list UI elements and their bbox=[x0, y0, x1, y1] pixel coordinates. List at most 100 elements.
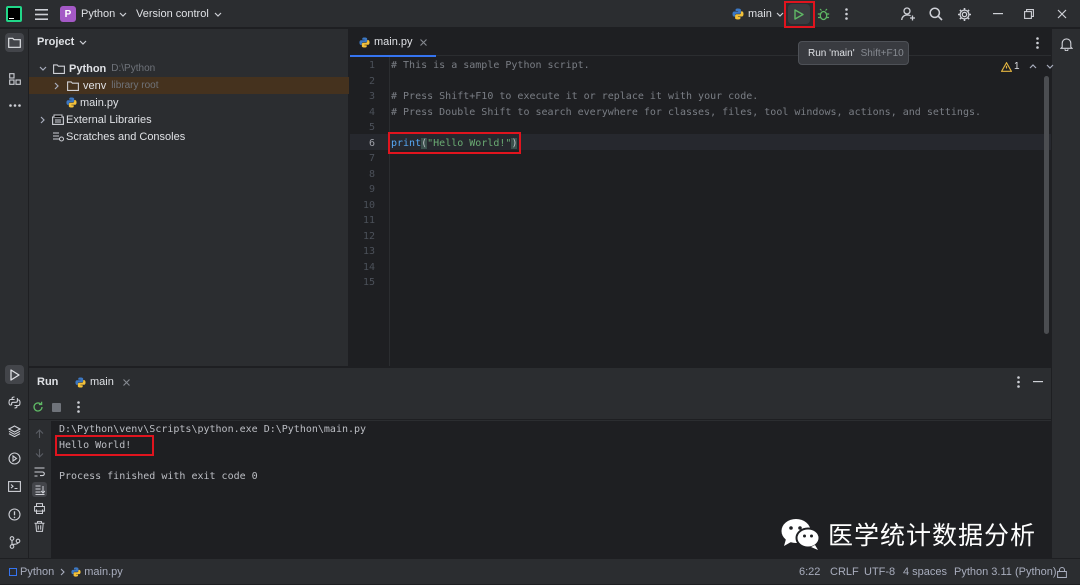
editor-more-icon[interactable] bbox=[1036, 37, 1039, 49]
project-square-icon bbox=[9, 568, 17, 576]
python-interpreter[interactable]: Python 3.11 (Python) bbox=[954, 559, 1057, 585]
add-user-icon[interactable] bbox=[899, 5, 917, 23]
main-menu-icon[interactable] bbox=[33, 6, 49, 22]
hide-panel-icon[interactable] bbox=[1033, 381, 1043, 383]
soft-wrap-icon[interactable] bbox=[34, 467, 45, 477]
scroll-down-icon[interactable] bbox=[35, 448, 44, 458]
layers-icon[interactable] bbox=[5, 421, 24, 440]
breadcrumb-project[interactable]: Python bbox=[20, 566, 54, 578]
file-encoding[interactable]: UTF-8 bbox=[864, 559, 895, 585]
tree-root-path: D:\Python bbox=[111, 63, 156, 74]
trash-icon[interactable] bbox=[34, 521, 45, 532]
settings-gear-icon[interactable] bbox=[955, 5, 973, 23]
scratches-icon bbox=[52, 131, 64, 142]
tree-main-label: main.py bbox=[80, 96, 119, 109]
tooltip-shortcut: Shift+F10 bbox=[860, 47, 904, 59]
tree-venv-suffix: library root bbox=[111, 80, 159, 91]
python-file-icon bbox=[71, 567, 81, 577]
chevron-down-icon bbox=[214, 12, 222, 17]
breadcrumb: Python main.py bbox=[9, 559, 123, 585]
problems-icon[interactable] bbox=[5, 505, 24, 524]
python-file-icon bbox=[75, 376, 86, 388]
right-tool-stripe bbox=[1051, 29, 1080, 558]
scroll-to-end-icon[interactable] bbox=[32, 482, 47, 497]
run-panel: Run main D:\Python\venv\Scripts\python.e… bbox=[29, 367, 1051, 559]
tree-row-external-libraries[interactable]: External Libraries bbox=[29, 111, 349, 128]
line-number: 3 bbox=[368, 91, 375, 102]
tree-external-label: External Libraries bbox=[66, 113, 152, 126]
project-panel-title: Project bbox=[37, 36, 75, 48]
run-options-icon[interactable] bbox=[1017, 376, 1020, 388]
run-tool-icon[interactable] bbox=[5, 365, 24, 384]
editor-tab-main-py[interactable]: main.py bbox=[350, 29, 436, 57]
restore-icon[interactable] bbox=[1021, 6, 1037, 22]
print-icon[interactable] bbox=[34, 503, 45, 514]
project-folder-icon[interactable] bbox=[5, 33, 24, 52]
console-line-command: D:\Python\venv\Scripts\python.exe D:\Pyt… bbox=[59, 424, 367, 435]
terminal-icon[interactable] bbox=[5, 477, 24, 496]
indent-setting[interactable]: 4 spaces bbox=[903, 559, 947, 585]
tree-row-root[interactable]: Python D:\Python bbox=[29, 60, 349, 77]
line-number: 8 bbox=[368, 168, 375, 180]
git-icon[interactable] bbox=[5, 533, 24, 552]
search-icon[interactable] bbox=[927, 5, 945, 23]
tree-row-scratches[interactable]: Scratches and Consoles bbox=[29, 128, 349, 145]
line-number: 1 bbox=[368, 60, 375, 71]
left-tool-stripe bbox=[0, 29, 29, 558]
console-line-exit: Process finished with exit code 0 bbox=[59, 470, 258, 482]
editor-tab-label: main.py bbox=[374, 36, 413, 48]
chevron-right-icon bbox=[60, 568, 66, 576]
inspection-widget[interactable]: 1 bbox=[1001, 61, 1054, 72]
line-separator[interactable]: CRLF bbox=[830, 559, 859, 585]
close-tab-icon[interactable] bbox=[122, 378, 130, 386]
editor-panel: main.py 1 1 2 3 4 5 6 7 8 9 10 11 12 13 14 15 # This i… bbox=[350, 29, 1054, 366]
lock-icon[interactable] bbox=[1057, 559, 1067, 585]
line-number: 2 bbox=[368, 75, 375, 87]
vcs-widget[interactable]: Version control bbox=[136, 0, 222, 28]
notifications-bell-icon[interactable] bbox=[1057, 34, 1076, 53]
minimize-icon[interactable] bbox=[990, 6, 1006, 22]
structure-icon[interactable] bbox=[5, 69, 24, 88]
run-tab-main[interactable]: main bbox=[75, 368, 130, 396]
run-config-selector[interactable]: main bbox=[732, 0, 784, 28]
breadcrumb-file[interactable]: main.py bbox=[84, 566, 123, 578]
chevron-up-icon[interactable] bbox=[1029, 64, 1037, 69]
code-line-3: # Press Shift+F10 to execute it or repla… bbox=[391, 91, 759, 102]
tree-row-main-py[interactable]: main.py bbox=[29, 94, 349, 111]
line-number: 6 bbox=[368, 137, 375, 149]
stop-icon[interactable] bbox=[52, 403, 61, 412]
run-tab-label: main bbox=[90, 376, 114, 388]
tree-row-venv[interactable]: venv library root bbox=[29, 77, 349, 94]
title-bar: P Python Version control main bbox=[0, 0, 1080, 28]
hello-output-highlight bbox=[55, 435, 154, 456]
folder-icon bbox=[67, 80, 79, 91]
code-line-1: # This is a sample Python script. bbox=[391, 60, 590, 71]
line-number: 4 bbox=[368, 106, 375, 118]
close-icon[interactable] bbox=[1054, 6, 1070, 22]
more-horizontal-icon[interactable] bbox=[5, 96, 24, 115]
debug-bug-icon[interactable] bbox=[815, 6, 831, 22]
status-bar: Python main.py 6:22 CRLF UTF-8 4 spaces … bbox=[0, 558, 1080, 584]
line-number: 14 bbox=[362, 261, 375, 273]
scroll-up-icon[interactable] bbox=[35, 429, 44, 439]
close-tab-icon[interactable] bbox=[419, 38, 427, 46]
project-panel-header[interactable]: Project bbox=[37, 36, 87, 48]
python-packages-icon[interactable] bbox=[5, 393, 24, 412]
chevron-down-icon bbox=[776, 12, 784, 17]
line-number: 5 bbox=[368, 122, 375, 133]
rerun-icon[interactable] bbox=[32, 401, 44, 413]
python-file-icon bbox=[359, 36, 370, 48]
chevron-right-icon bbox=[40, 116, 45, 124]
project-switcher[interactable]: P Python bbox=[60, 0, 127, 28]
editor-scrollbar[interactable] bbox=[1044, 76, 1049, 334]
services-icon[interactable] bbox=[5, 449, 24, 468]
folder-icon bbox=[53, 63, 65, 74]
line-number: 7 bbox=[368, 153, 375, 164]
caret-position[interactable]: 6:22 bbox=[799, 559, 820, 585]
chevron-down-icon[interactable] bbox=[1046, 64, 1054, 69]
more-vertical-icon[interactable] bbox=[838, 6, 854, 22]
pycharm-logo-icon[interactable] bbox=[6, 6, 22, 22]
chevron-right-icon bbox=[54, 82, 59, 90]
run-toolbar-more-icon[interactable] bbox=[77, 401, 80, 413]
project-name: Python bbox=[81, 8, 116, 20]
